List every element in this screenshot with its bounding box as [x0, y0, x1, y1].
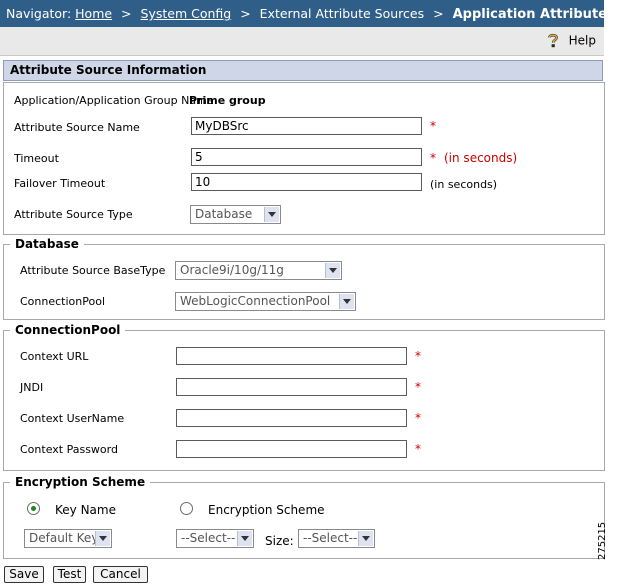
- timeout-input[interactable]: 5: [191, 148, 422, 166]
- size-select-value: --Select--: [303, 531, 358, 545]
- key-name-radio[interactable]: [27, 502, 40, 515]
- context-username-label: Context UserName: [20, 412, 125, 425]
- key-name-radio-label: Key Name: [55, 503, 116, 517]
- failover-timeout-unit: (in seconds): [430, 178, 498, 191]
- required-mark: *: [415, 349, 421, 363]
- connection-pool-select[interactable]: WebLogicConnectionPool: [175, 292, 356, 311]
- required-mark: *: [430, 151, 436, 165]
- jndi-input[interactable]: [176, 378, 407, 396]
- encryption-scheme-radio-label: Encryption Scheme: [208, 503, 325, 517]
- breadcrumb-home[interactable]: Home: [75, 6, 112, 21]
- chevron-down-icon: [237, 531, 252, 546]
- navigator-label: Navigator:: [6, 6, 72, 21]
- context-url-label: Context URL: [20, 350, 89, 363]
- failover-timeout-input[interactable]: 10: [191, 173, 422, 191]
- navigator-bar: Navigator: Home > System Config > Extern…: [0, 0, 604, 27]
- context-username-input[interactable]: [176, 409, 407, 427]
- app-group-label: Application/Application Group Name: [14, 94, 214, 107]
- save-button[interactable]: Save: [4, 566, 44, 583]
- basetype-value: Oracle9i/10g/11g: [180, 263, 284, 277]
- source-name-input[interactable]: MyDBSrc: [191, 117, 422, 135]
- scheme-select[interactable]: --Select--: [176, 529, 254, 548]
- size-select[interactable]: --Select--: [298, 529, 375, 548]
- breadcrumb-separator: >: [121, 6, 132, 21]
- source-type-value: Database: [195, 207, 253, 221]
- encryption-legend: Encryption Scheme: [10, 475, 151, 489]
- chevron-down-icon: [358, 531, 373, 546]
- breadcrumb-separator: >: [433, 6, 444, 21]
- section-header: Attribute Source Information: [3, 60, 603, 81]
- key-select-value: Default Key: [29, 531, 99, 545]
- failover-timeout-label: Failover Timeout: [14, 177, 106, 190]
- section-title: Attribute Source Information: [10, 63, 207, 77]
- help-bar: Help: [0, 27, 604, 56]
- jndi-label: JNDI: [20, 381, 44, 394]
- scheme-select-value: --Select--: [181, 531, 236, 545]
- basetype-label: Attribute Source BaseType: [20, 264, 166, 277]
- database-legend: Database: [10, 237, 84, 251]
- context-url-input[interactable]: [176, 347, 407, 365]
- cancel-button[interactable]: Cancel: [93, 566, 148, 583]
- context-password-label: Context Password: [20, 443, 118, 456]
- basetype-select[interactable]: Oracle9i/10g/11g: [175, 261, 342, 280]
- timeout-unit: (in seconds): [444, 151, 518, 165]
- help-question-icon: [548, 33, 558, 48]
- breadcrumb-system-config[interactable]: System Config: [141, 6, 232, 21]
- key-select[interactable]: Default Key: [24, 529, 112, 548]
- connection-pool-label: ConnectionPool: [20, 295, 105, 308]
- connection-pool-legend: ConnectionPool: [10, 323, 126, 337]
- breadcrumb-separator: >: [240, 6, 251, 21]
- timeout-label: Timeout: [14, 152, 59, 165]
- connection-pool-value: WebLogicConnectionPool: [180, 294, 331, 308]
- breadcrumb-current: Application Attribute Sources: [452, 7, 604, 22]
- breadcrumb-external-attribute-sources: External Attribute Sources: [259, 6, 425, 21]
- help-link[interactable]: Help: [546, 33, 596, 49]
- required-mark: *: [415, 442, 421, 456]
- required-mark: *: [430, 119, 436, 133]
- size-label: Size:: [265, 534, 294, 548]
- required-mark: *: [415, 380, 421, 394]
- source-name-label: Attribute Source Name: [14, 121, 140, 134]
- chevron-down-icon: [264, 207, 279, 222]
- required-mark: *: [415, 411, 421, 425]
- context-password-input[interactable]: [176, 440, 407, 458]
- source-type-select[interactable]: Database: [190, 205, 281, 224]
- test-button[interactable]: Test: [53, 566, 86, 583]
- source-type-label: Attribute Source Type: [14, 208, 133, 221]
- app-group-value: Prime group: [189, 94, 266, 107]
- chevron-down-icon: [325, 263, 340, 278]
- figure-id: 275215: [597, 521, 608, 560]
- chevron-down-icon: [95, 531, 110, 546]
- chevron-down-icon: [339, 294, 354, 309]
- encryption-scheme-radio[interactable]: [180, 502, 193, 515]
- help-label: Help: [568, 33, 596, 48]
